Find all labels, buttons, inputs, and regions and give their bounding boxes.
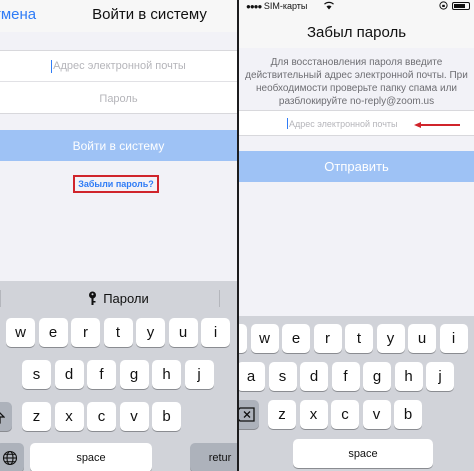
email-placeholder: Адрес электронной почты xyxy=(289,118,398,129)
email-field[interactable]: Адрес электронной почты xyxy=(0,51,237,82)
carrier-status: ●●●● SIM-карты xyxy=(246,1,307,11)
send-button[interactable]: Отправить xyxy=(239,151,474,182)
password-field[interactable]: Пароль xyxy=(0,83,237,114)
key-t[interactable]: t xyxy=(103,318,133,347)
key-g[interactable]: g xyxy=(119,360,149,389)
key-i[interactable]: i xyxy=(439,324,468,353)
key-icon xyxy=(89,291,97,305)
shift-key[interactable] xyxy=(0,402,12,431)
login-fields: Адрес электронной почты Пароль xyxy=(0,50,237,114)
key-u[interactable]: u xyxy=(168,318,198,347)
carrier-label: SIM-карты xyxy=(263,1,308,11)
key-b[interactable]: b xyxy=(152,402,181,431)
delete-key[interactable] xyxy=(239,400,259,429)
suggestion-label: Пароли xyxy=(103,291,149,306)
key-h[interactable]: h xyxy=(394,362,423,391)
nav-bar: ●●●● SIM-карты Забыл пароль xyxy=(239,0,474,48)
key-i[interactable]: i xyxy=(201,318,230,347)
signal-icon: ●●●● xyxy=(246,2,262,11)
key-y[interactable]: y xyxy=(376,324,405,353)
key-s[interactable]: s xyxy=(22,360,51,389)
forgot-password-link[interactable]: Забыли пароль? xyxy=(78,179,154,189)
key-r[interactable]: r xyxy=(313,324,342,353)
nav-bar: тмена Войти в систему xyxy=(0,0,237,32)
shift-icon xyxy=(0,412,5,424)
key-b[interactable]: b xyxy=(394,400,422,429)
keyboard: Пароли w e r t y u i s d f g h j z x c v b space retur xyxy=(0,281,237,471)
key-e[interactable]: e xyxy=(38,318,68,347)
text-cursor xyxy=(51,59,53,73)
page-title: Войти в систему xyxy=(92,6,207,23)
suggestion-divider xyxy=(219,290,220,307)
space-key[interactable]: space xyxy=(293,439,433,468)
space-key[interactable]: space xyxy=(30,443,152,471)
cancel-button[interactable]: тмена xyxy=(0,6,36,23)
key-v[interactable]: v xyxy=(119,402,149,431)
email-placeholder: Адрес электронной почты xyxy=(53,60,186,72)
wifi-icon xyxy=(324,1,334,10)
delete-icon xyxy=(239,407,255,422)
key-x[interactable]: x xyxy=(299,400,328,429)
key-t[interactable]: t xyxy=(345,324,373,353)
key-q[interactable]: q xyxy=(239,324,247,353)
battery-icon xyxy=(452,1,470,10)
key-s[interactable]: s xyxy=(268,362,297,391)
key-g[interactable]: g xyxy=(363,362,391,391)
suggestion-divider xyxy=(0,290,1,307)
key-h[interactable]: h xyxy=(152,360,181,389)
page-title: Забыл пароль xyxy=(306,24,407,41)
key-w[interactable]: w xyxy=(250,324,279,353)
return-key[interactable]: retur xyxy=(190,443,237,471)
password-placeholder: Пароль xyxy=(99,92,138,105)
orientation-lock-icon xyxy=(439,1,448,10)
key-v[interactable]: v xyxy=(362,400,391,429)
globe-icon xyxy=(2,450,18,465)
text-cursor xyxy=(287,118,288,129)
password-suggestion-bar: Пароли xyxy=(0,281,237,316)
key-e[interactable]: e xyxy=(282,324,310,353)
key-d[interactable]: d xyxy=(54,360,84,389)
key-z[interactable]: z xyxy=(268,400,296,429)
key-d[interactable]: d xyxy=(300,362,328,391)
key-u[interactable]: u xyxy=(408,324,436,353)
status-bar: ●●●● SIM-карты xyxy=(239,0,474,14)
instructions-text: Для восстановления пароля введите действ… xyxy=(245,57,468,107)
key-z[interactable]: z xyxy=(22,402,51,431)
key-j[interactable]: j xyxy=(426,362,454,391)
key-y[interactable]: y xyxy=(136,318,165,347)
key-f[interactable]: f xyxy=(331,362,360,391)
keyboard: qwertyui asdfghj zxcvb space xyxy=(239,316,474,471)
key-w[interactable]: w xyxy=(6,318,35,347)
globe-key[interactable] xyxy=(0,443,24,471)
key-f[interactable]: f xyxy=(87,360,116,389)
status-icons xyxy=(439,1,470,10)
key-j[interactable]: j xyxy=(184,360,214,389)
forgot-password-screen: ●●●● SIM-карты Забыл пароль Для восстано… xyxy=(239,0,474,471)
login-button[interactable]: Войти в систему xyxy=(0,130,237,161)
key-c[interactable]: c xyxy=(331,400,359,429)
key-x[interactable]: x xyxy=(54,402,84,431)
key-a[interactable]: a xyxy=(239,362,265,391)
key-r[interactable]: r xyxy=(71,318,100,347)
passwords-suggestion[interactable]: Пароли xyxy=(88,291,149,306)
forgot-password-highlight: Забыли пароль? xyxy=(73,175,159,193)
red-arrow-annotation xyxy=(414,122,460,128)
login-screen: тмена Войти в систему Адрес электронной … xyxy=(0,0,237,471)
key-c[interactable]: c xyxy=(87,402,116,431)
